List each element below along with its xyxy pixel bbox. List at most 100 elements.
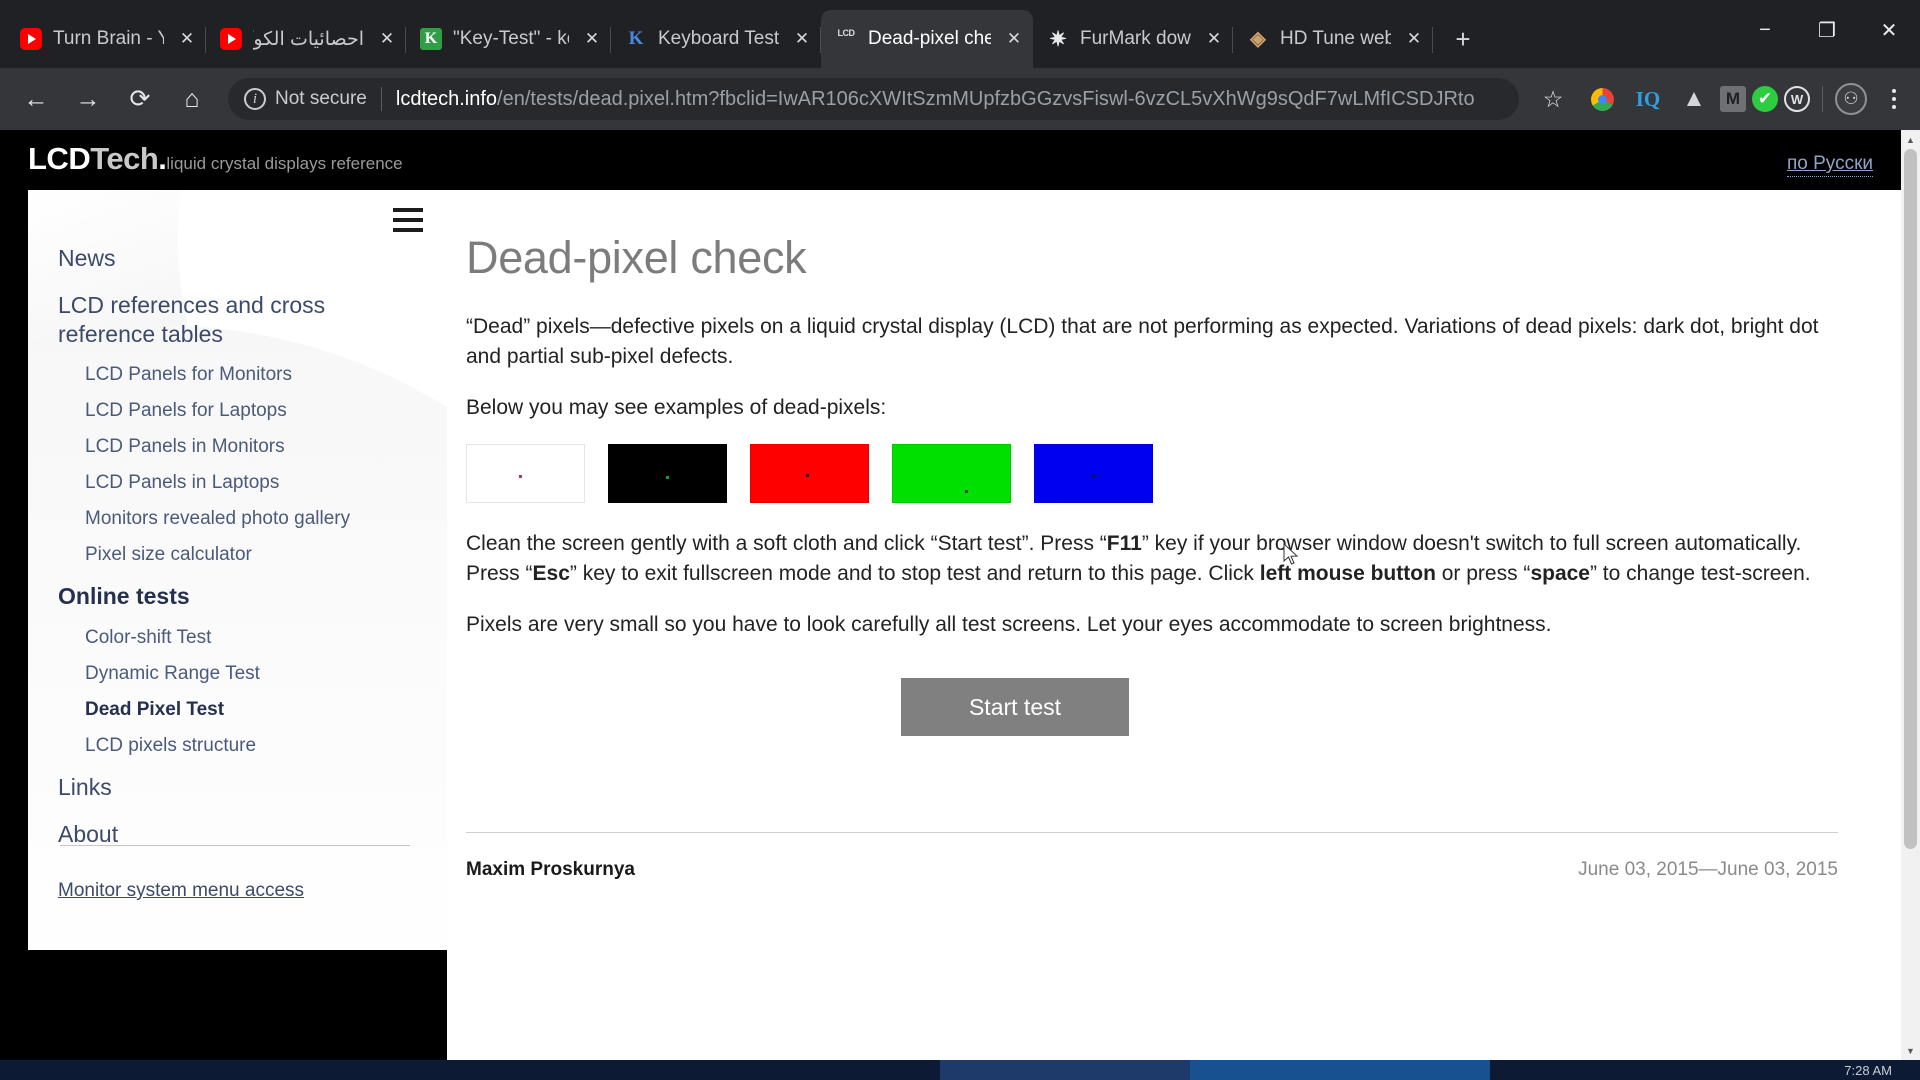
tab-dead-pixel-check[interactable]: LCD Dead-pixel check ✕: [821, 10, 1033, 68]
key-left-mouse-button: left mouse button: [1259, 562, 1436, 586]
omnibox-divider: [380, 87, 382, 111]
tab-arabic-stats[interactable]: احصائيات الكوكب - ✕: [206, 10, 406, 68]
sidebar-item-online-tests[interactable]: Online tests: [28, 573, 447, 620]
logo-tagline: liquid crystal displays reference: [166, 154, 403, 173]
browser-window: Turn Brain - YouTu ✕ احصائيات الكوكب - ✕…: [0, 0, 1920, 1060]
sidebar-item-dead-pixel-test[interactable]: Dead Pixel Test: [28, 692, 447, 728]
russian-language-link[interactable]: по Русски: [1786, 153, 1873, 177]
key-esc: Esc: [532, 562, 570, 586]
sidebar-item-color-shift-test[interactable]: Color-shift Test: [28, 620, 447, 656]
home-button[interactable]: ⌂: [170, 77, 214, 121]
tab-label: Turn Brain - YouTu: [53, 28, 164, 49]
instructions-part1: Clean the screen gently with a soft clot…: [466, 532, 1107, 556]
sidebar-item-news[interactable]: News: [28, 235, 447, 282]
page-title: Dead-pixel check: [466, 232, 807, 283]
sidebar-item-lcd-panels-in-monitors[interactable]: LCD Panels in Monitors: [28, 429, 447, 465]
youtube-icon: [20, 28, 42, 50]
swatch-red: [750, 444, 869, 504]
tab-label: FurMark downloa: [1080, 28, 1191, 49]
bookmark-star-icon[interactable]: ☆: [1533, 79, 1573, 119]
w-extension-icon[interactable]: W: [1784, 86, 1810, 112]
tab-key-test[interactable]: K "Key-Test" - keybo ✕: [406, 10, 611, 68]
site-header: LCDTech.liquid crystal displays referenc…: [0, 130, 1901, 190]
tab-keyboard-tester[interactable]: K Keyboard Tester ✕: [611, 10, 821, 68]
lcdtech-icon: LCD: [837, 28, 856, 38]
dead-pixel-examples: [466, 444, 1844, 504]
url-host: lcdtech.info: [395, 87, 498, 110]
sidebar-item-lcd-panels-for-monitors[interactable]: LCD Panels for Monitors: [28, 357, 447, 393]
tab-furmark-download[interactable]: FurMark downloa ✕: [1033, 10, 1233, 68]
tab-close-icon[interactable]: ✕: [176, 28, 198, 50]
furmark-icon: [1047, 28, 1069, 50]
window-controls: − ❐ ✕: [1734, 0, 1920, 60]
security-label: Not secure: [275, 88, 367, 109]
tab-label: HD Tune website: [1280, 28, 1391, 49]
iq-extension-icon[interactable]: IQ: [1628, 79, 1668, 119]
page-scrollbar[interactable]: ▲ ▼: [1901, 130, 1920, 1060]
tab-close-icon[interactable]: ✕: [1203, 28, 1225, 50]
swatch-green: [892, 444, 1011, 504]
tab-close-icon[interactable]: ✕: [1403, 28, 1425, 50]
tab-label: احصائيات الكوكب -: [253, 28, 364, 50]
sidebar-item-lcd-references[interactable]: LCD references and cross reference table…: [28, 282, 447, 358]
url-text: lcdtech.info/en/tests/dead.pixel.htm?fbc…: [396, 88, 1475, 111]
info-icon: i: [244, 88, 266, 110]
instructions-part3: ” key to exit fullscreen mode and to sto…: [569, 562, 1260, 586]
new-tab-button[interactable]: +: [1443, 19, 1483, 59]
extensions-area: IQ ▲ M ✔ W ⚇: [1579, 79, 1876, 119]
profile-avatar-icon[interactable]: ⚇: [1835, 83, 1867, 115]
page-viewport: LCDTech.liquid crystal displays referenc…: [0, 130, 1920, 1060]
maximize-button[interactable]: ❐: [1796, 0, 1858, 60]
checkmark-extension-icon[interactable]: ✔: [1752, 86, 1778, 112]
start-test-container: Start test: [466, 678, 1844, 737]
mountain-extension-icon[interactable]: ▲: [1674, 79, 1714, 119]
scroll-down-icon[interactable]: ▼: [1901, 1041, 1920, 1060]
sidebar-item-dynamic-range-test[interactable]: Dynamic Range Test: [28, 656, 447, 692]
logo-lcd: LCD: [28, 141, 91, 176]
m-extension-icon[interactable]: M: [1720, 86, 1746, 112]
tab-hd-tune-website[interactable]: HD Tune website ✕: [1233, 10, 1433, 68]
scroll-up-icon[interactable]: ▲: [1901, 130, 1920, 149]
address-bar[interactable]: i Not secure lcdtech.info/en/tests/dead.…: [228, 78, 1519, 120]
menu-icon[interactable]: [393, 208, 423, 238]
swatch-blue: [1034, 444, 1153, 504]
tab-close-icon[interactable]: ✕: [1003, 28, 1025, 50]
sidebar-item-monitor-system-menu[interactable]: Monitor system menu access: [58, 880, 304, 902]
browser-menu-button[interactable]: [1876, 79, 1912, 119]
forward-button[interactable]: →: [66, 77, 110, 121]
article-footer: Maxim Proskurnya June 03, 2015—June 03, …: [466, 859, 1838, 881]
tab-turn-brain-youtube[interactable]: Turn Brain - YouTu ✕: [6, 10, 206, 68]
sidebar-item-links[interactable]: Links: [28, 764, 447, 811]
toolbar-divider: [1822, 86, 1823, 112]
taskbar-clock: 7:28 AM: [1844, 1063, 1892, 1078]
sidebar-item-lcd-panels-in-laptops[interactable]: LCD Panels in Laptops: [28, 465, 447, 501]
instructions-part4: or press “: [1435, 562, 1531, 586]
sidebar-nav: News LCD references and cross reference …: [28, 190, 447, 858]
security-status[interactable]: i Not secure: [244, 88, 367, 110]
sidebar-item-lcd-panels-for-laptops[interactable]: LCD Panels for Laptops: [28, 393, 447, 429]
sidebar-item-about[interactable]: About: [28, 811, 447, 858]
intro-paragraph: “Dead” pixels—defective pixels on a liqu…: [466, 315, 1819, 369]
scrollbar-thumb[interactable]: [1904, 149, 1917, 849]
instructions-part5: ” to change test-screen.: [1589, 562, 1811, 586]
tab-separator: [1432, 27, 1433, 53]
reload-button[interactable]: ⟳: [118, 77, 162, 121]
brightness-paragraph: Pixels are very small so you have to loo…: [466, 613, 1552, 637]
key-space: space: [1530, 562, 1590, 586]
sidebar-item-lcd-pixels-structure[interactable]: LCD pixels structure: [28, 728, 447, 764]
chrome-extension-icon[interactable]: [1582, 79, 1622, 119]
close-window-button[interactable]: ✕: [1858, 0, 1920, 60]
keyboardtester-icon: K: [628, 28, 644, 49]
sidebar-item-monitors-photo-gallery[interactable]: Monitors revealed photo gallery: [28, 501, 447, 537]
tab-close-icon[interactable]: ✕: [581, 28, 603, 50]
start-test-button[interactable]: Start test: [901, 678, 1129, 737]
tab-close-icon[interactable]: ✕: [791, 28, 813, 50]
youtube-icon: [220, 28, 242, 50]
back-button[interactable]: ←: [14, 77, 58, 121]
minimize-button[interactable]: −: [1734, 0, 1796, 60]
sidebar-item-pixel-size-calculator[interactable]: Pixel size calculator: [28, 537, 447, 573]
tab-label: Dead-pixel check: [868, 28, 991, 49]
taskbar[interactable]: 7:28 AM: [0, 1060, 1920, 1080]
site-logo[interactable]: LCDTech.liquid crystal displays referenc…: [28, 141, 403, 177]
tab-close-icon[interactable]: ✕: [376, 28, 398, 50]
